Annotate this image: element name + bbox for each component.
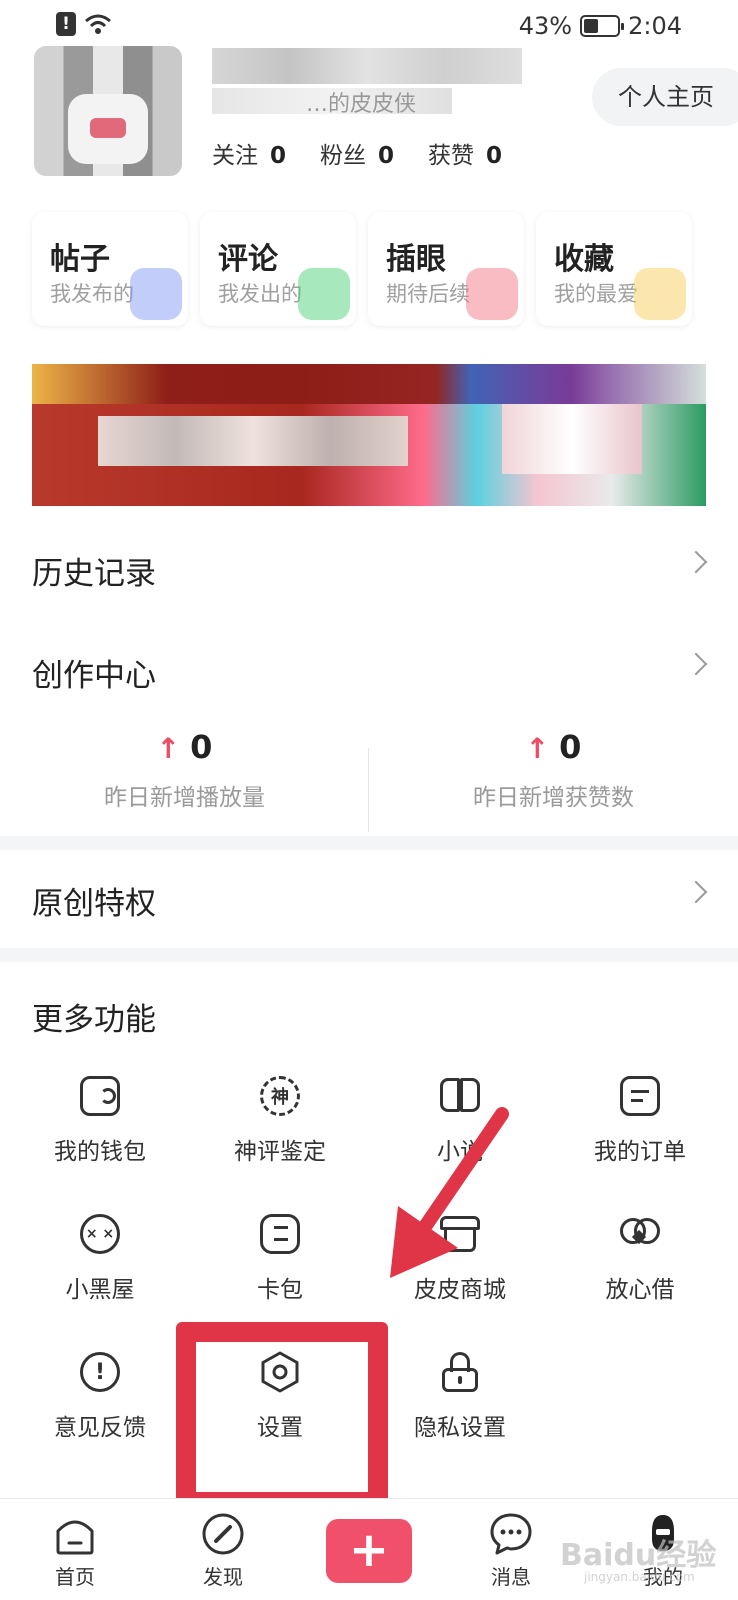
status-left: ! (56, 12, 112, 36)
wifi-icon (85, 14, 111, 34)
up-arrow-icon: ↑ (525, 732, 550, 765)
avatar[interactable] (34, 46, 182, 176)
tab-messages[interactable]: 消息 (456, 1511, 566, 1590)
blurred-username (212, 48, 522, 84)
battery-icon (580, 15, 625, 37)
feedback-icon: ! (78, 1350, 122, 1394)
stat-fans[interactable]: 粉丝 0 (320, 136, 394, 170)
status-right: 43% 2:04 (519, 12, 682, 40)
section-gap (0, 948, 738, 962)
battery-percent: 43% (518, 12, 573, 40)
card-holder-icon (258, 1212, 302, 1256)
feature-card-holder[interactable]: 卡包 (188, 1212, 372, 1322)
card-posts[interactable]: 帖子 我发布的 (32, 212, 188, 326)
banner-blurred-text (98, 416, 408, 466)
avatar-mouth (90, 118, 126, 138)
banner-blurred-image (502, 404, 642, 474)
clock: 2:04 (628, 12, 682, 40)
card-comments[interactable]: 评论 我发出的 (200, 212, 356, 326)
battery-level (584, 19, 599, 33)
profile-home-button[interactable]: 个人主页 (592, 68, 738, 126)
user-subtitle: …的皮皮侠 (306, 92, 417, 117)
feature-loan[interactable]: 放心借 (548, 1212, 732, 1322)
dizzy-face-icon: × × (78, 1212, 122, 1256)
lock-icon (438, 1350, 482, 1394)
posts-icon (130, 268, 182, 320)
up-arrow-icon: ↑ (156, 732, 181, 765)
stat-following[interactable]: 关注 0 (212, 136, 286, 170)
feature-wallet[interactable]: 我的钱包 (8, 1074, 192, 1184)
profile-stats: 关注 0 粉丝 0 获赞 0 (212, 136, 502, 170)
stat-likes[interactable]: 获赞 0 (428, 136, 502, 170)
chevron-right-icon (684, 652, 708, 676)
tab-discover[interactable]: 发现 (168, 1511, 278, 1590)
original-privilege-row[interactable]: 原创特权 (0, 860, 738, 940)
create-post-button[interactable]: + (326, 1519, 412, 1583)
history-row[interactable]: 历史记录 (0, 530, 738, 610)
card-favorites[interactable]: 收藏 我的最爱 (536, 212, 692, 326)
feature-privacy[interactable]: 隐私设置 (368, 1350, 552, 1460)
tutorial-arrow-icon (390, 1107, 509, 1278)
shen-badge-icon: 神 (258, 1074, 302, 1118)
creator-center-row[interactable]: 创作中心 (0, 632, 738, 712)
tab-home[interactable]: 首页 (20, 1511, 130, 1590)
tutorial-highlight-box (176, 1322, 388, 1512)
watermark-brand: Baidu经验 (560, 1538, 717, 1573)
home-icon (52, 1511, 98, 1557)
watermark-url: jingyan.baidu.com (584, 1570, 695, 1584)
chevron-right-icon (684, 880, 708, 904)
star-icon (634, 268, 686, 320)
feature-blackroom[interactable]: × × 小黑屋 (8, 1212, 192, 1322)
section-gap (0, 836, 738, 850)
wallet-icon (78, 1074, 122, 1118)
banner-strip (32, 364, 706, 404)
message-icon (488, 1511, 534, 1557)
more-functions-title: 更多功能 (32, 1002, 156, 1038)
card-bookmarks[interactable]: 插眼 期待后续 (368, 212, 524, 326)
promo-banner[interactable] (32, 364, 706, 506)
feature-feedback[interactable]: ! 意见反馈 (8, 1350, 192, 1460)
alert-icon: ! (56, 12, 76, 36)
eye-icon (466, 268, 518, 320)
creator-stat-plays: ↑ 0 昨日新增播放量 (104, 728, 265, 811)
feature-orders[interactable]: 我的订单 (548, 1074, 732, 1184)
feature-shen-review[interactable]: 神 神评鉴定 (188, 1074, 372, 1184)
creator-stat-likes: ↑ 0 昨日新增获赞数 (473, 728, 634, 811)
compass-icon (200, 1511, 246, 1557)
chevron-right-icon (684, 550, 708, 574)
comments-icon (298, 268, 350, 320)
loan-icon (618, 1212, 662, 1256)
order-icon (618, 1074, 662, 1118)
